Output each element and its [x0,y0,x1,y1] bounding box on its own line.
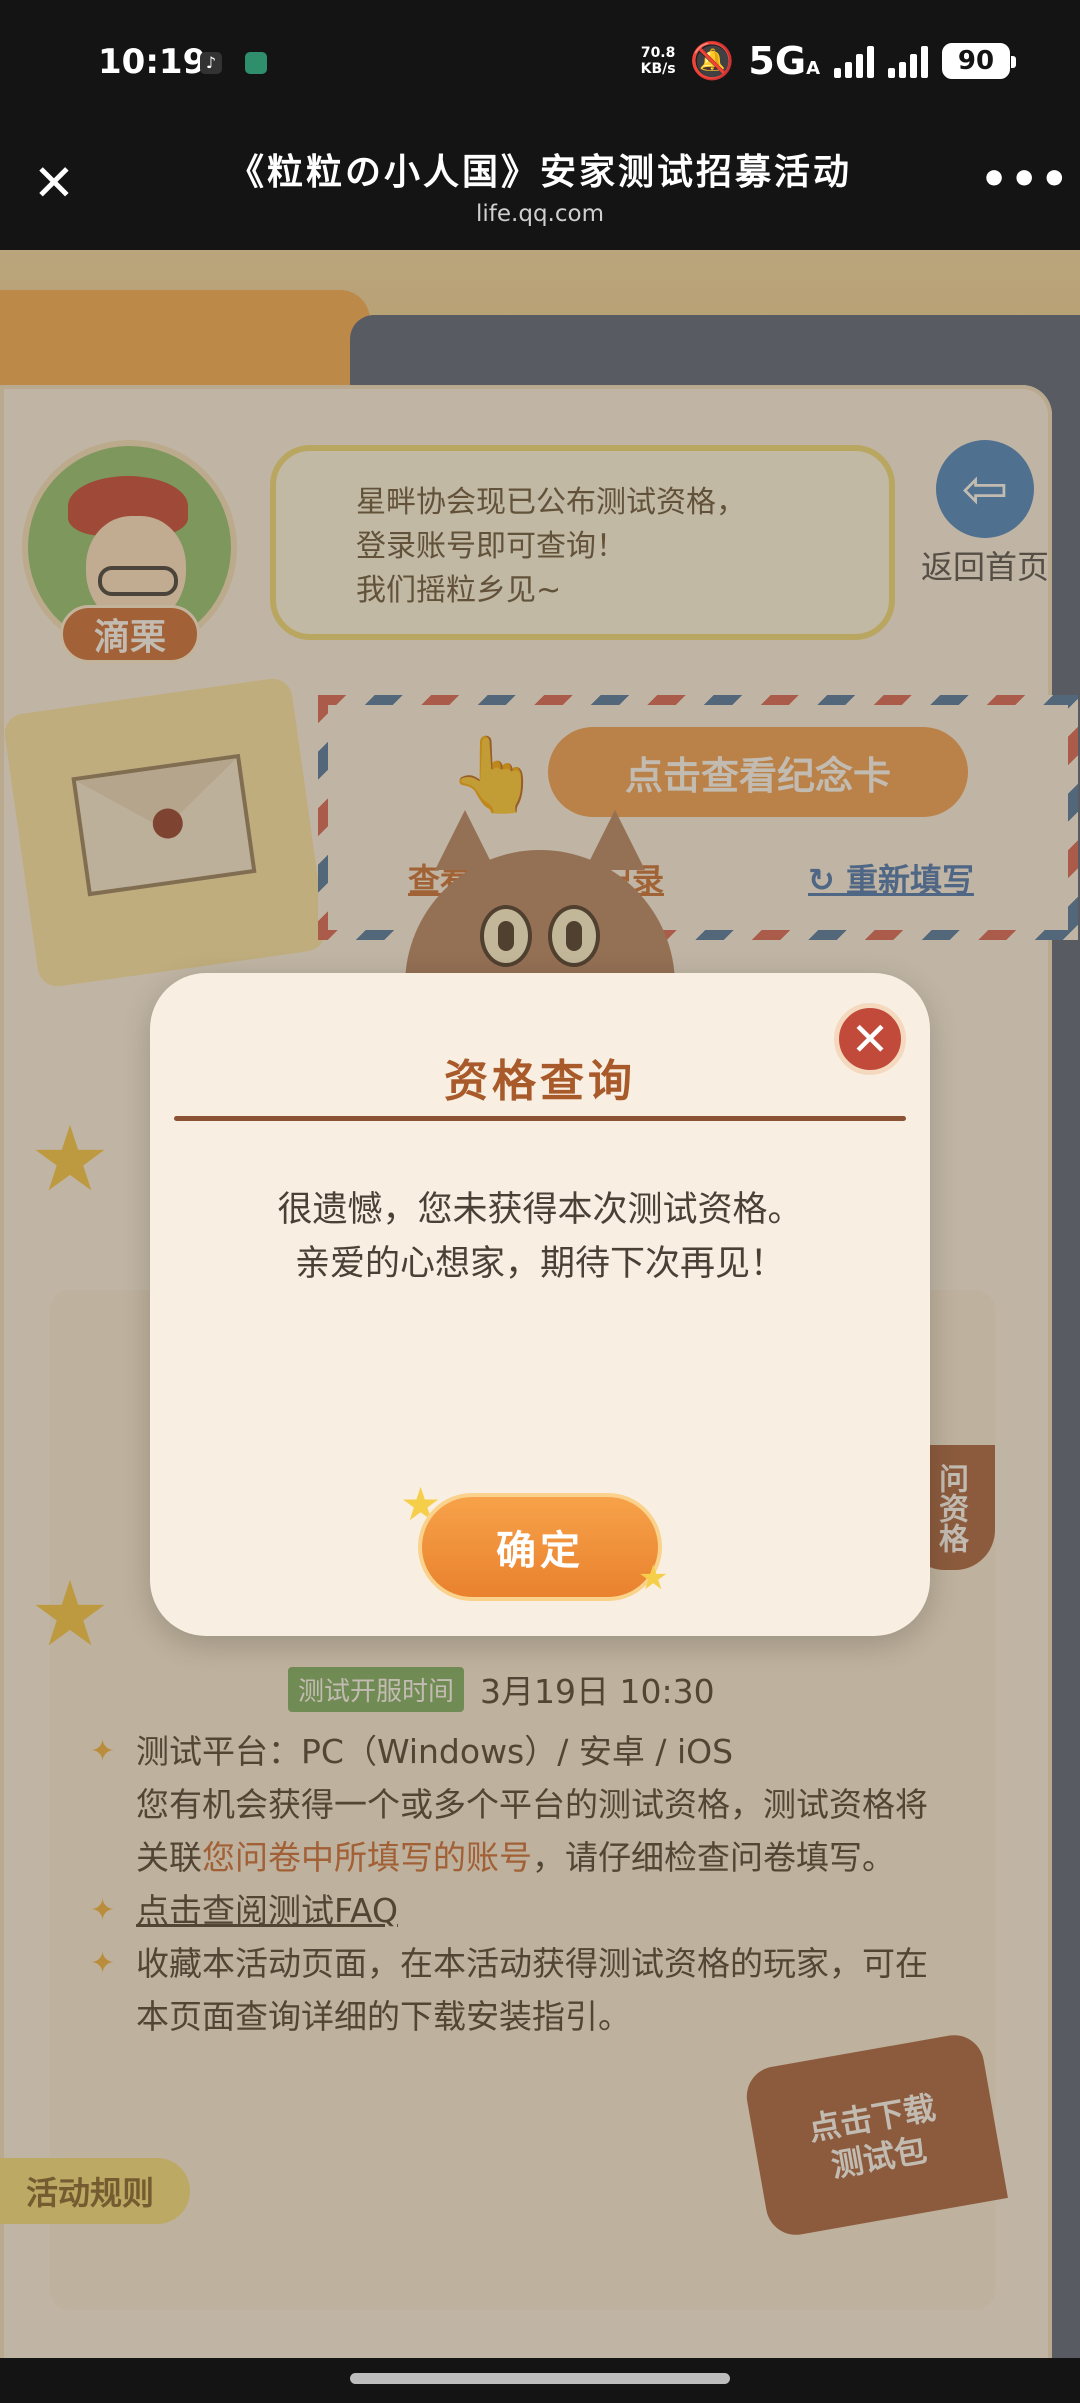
battery-level: 90 [957,46,995,76]
star-icon: ★ [638,1558,669,1598]
modal-title: 资格查询 [444,1056,636,1107]
more-icon[interactable]: ••• [980,158,1068,207]
tiktok-icon: ♪ [200,52,222,74]
close-icon[interactable]: ✕ [834,1003,906,1075]
qualification-modal: 资格查询 ✕ 很遗憾，您未获得本次测试资格。 亲爱的心想家，期待下次再见！ ★ … [150,973,930,1636]
signal-icon-1 [834,44,874,78]
gesture-area [0,2358,1080,2403]
net-speed: 70.8 KB/s [641,45,676,77]
battery-icon: 90 [942,43,1016,79]
confirm-button[interactable]: 确定 [418,1493,662,1601]
modal-divider [174,1116,906,1121]
page-url: life.qq.com [476,201,604,227]
network-type: 5GA [748,39,820,83]
home-gesture-bar[interactable] [350,2373,730,2384]
signal-icon-2 [888,44,928,78]
app-notification-icon [245,52,267,74]
nav-bar: ✕ 《粒粒の小人国》安家测试招募活动 life.qq.com ••• [0,125,1080,250]
modal-message-line: 很遗憾，您未获得本次测试资格。 [277,1190,803,1230]
page-title: 《粒粒の小人国》安家测试招募活动 [227,152,852,193]
modal-message-line: 亲爱的心想家，期待下次再见！ [294,1244,785,1284]
net-speed-unit: KB/s [640,61,676,77]
net-speed-value: 70.8 [640,45,676,61]
status-time: 10:19 [98,42,207,82]
network-suffix: A [806,58,820,79]
mute-icon: 🔕 [689,41,735,82]
network-label: 5G [748,39,807,83]
modal-message: 很遗憾，您未获得本次测试资格。 亲爱的心想家，期待下次再见！ [150,1183,930,1291]
status-bar: 10:19 ♪ 70.8 KB/s 🔕 5GA 90 [0,0,1080,125]
